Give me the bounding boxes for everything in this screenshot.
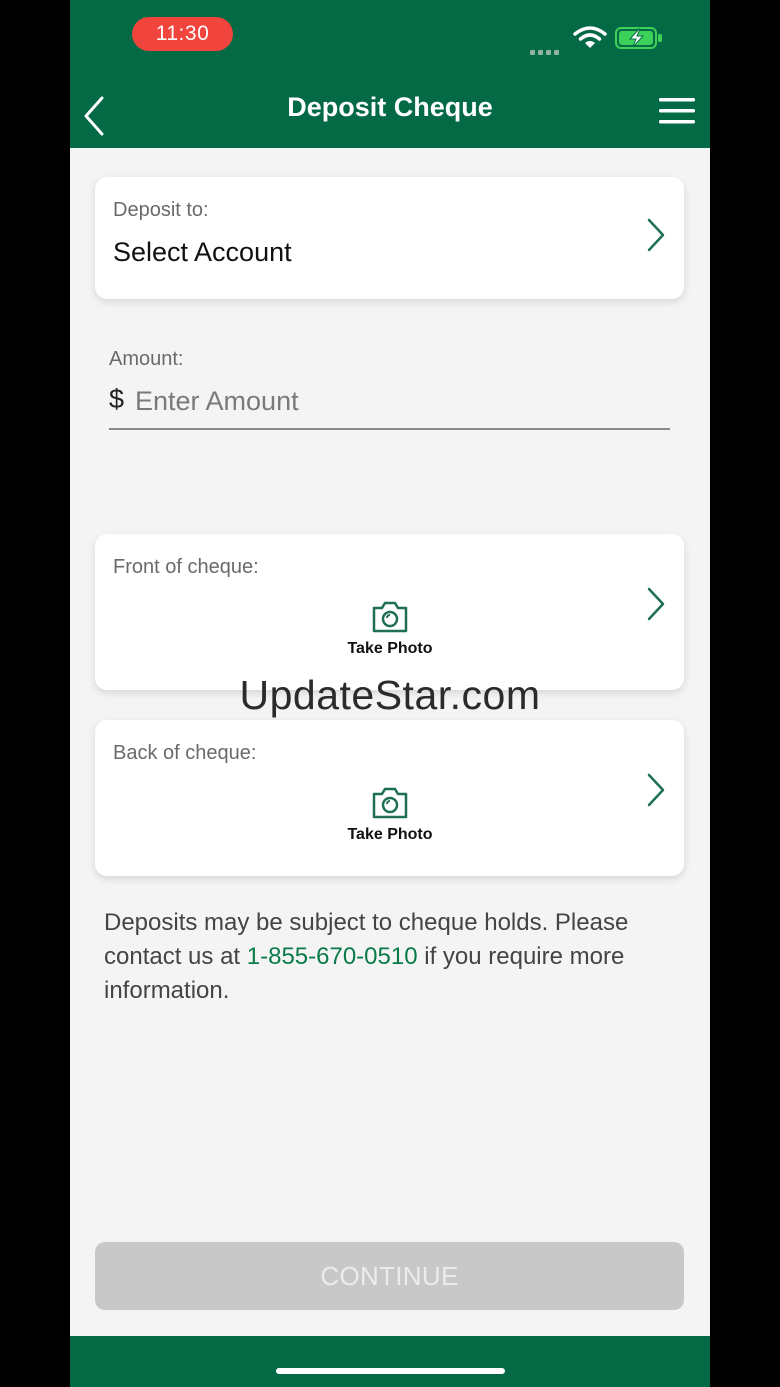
front-of-cheque-label: Front of cheque: xyxy=(113,556,259,578)
front-take-photo-button[interactable]: Take Photo xyxy=(315,600,465,664)
front-of-cheque-card[interactable]: Front of cheque: Take Photo xyxy=(95,534,684,690)
back-take-photo-button[interactable]: Take Photo xyxy=(315,786,465,850)
amount-input[interactable] xyxy=(135,382,655,420)
currency-symbol: $ xyxy=(109,384,125,414)
amount-label: Amount: xyxy=(109,348,184,370)
chevron-right-icon xyxy=(647,773,665,807)
back-of-cheque-label: Back of cheque: xyxy=(113,742,257,764)
app-screen: 11:30 Deposit Cheque Deposit to: Select … xyxy=(70,0,710,1387)
watermark: UpdateStar.com xyxy=(239,672,541,718)
menu-icon[interactable] xyxy=(659,96,695,126)
header-bar: 11:30 Deposit Cheque xyxy=(70,0,710,148)
front-take-photo-label: Take Photo xyxy=(347,640,433,657)
cheque-hold-notice: Deposits may be subject to cheque holds.… xyxy=(104,906,674,1008)
camera-icon xyxy=(372,601,408,633)
continue-button[interactable]: CONTINUE xyxy=(95,1242,684,1310)
status-time: 11:30 xyxy=(132,17,233,51)
chevron-right-icon xyxy=(647,587,665,621)
home-indicator[interactable] xyxy=(276,1368,505,1374)
contact-phone-link[interactable]: 1-855-670-0510 xyxy=(247,943,418,970)
bottom-bar xyxy=(70,1336,710,1387)
chevron-right-icon xyxy=(647,218,665,252)
page-title: Deposit Cheque xyxy=(287,92,493,122)
battery-charging-icon xyxy=(615,27,662,49)
camera-icon xyxy=(372,787,408,819)
deposit-to-account-selector[interactable]: Deposit to: Select Account xyxy=(95,177,684,299)
wifi-icon xyxy=(573,26,607,48)
back-of-cheque-card[interactable]: Back of cheque: Take Photo xyxy=(95,720,684,876)
back-take-photo-label: Take Photo xyxy=(347,826,433,843)
amount-field: $ xyxy=(109,382,670,430)
deposit-to-label: Deposit to: xyxy=(113,199,209,221)
selected-account-value: Select Account xyxy=(113,237,292,267)
signal-icon xyxy=(530,42,562,60)
